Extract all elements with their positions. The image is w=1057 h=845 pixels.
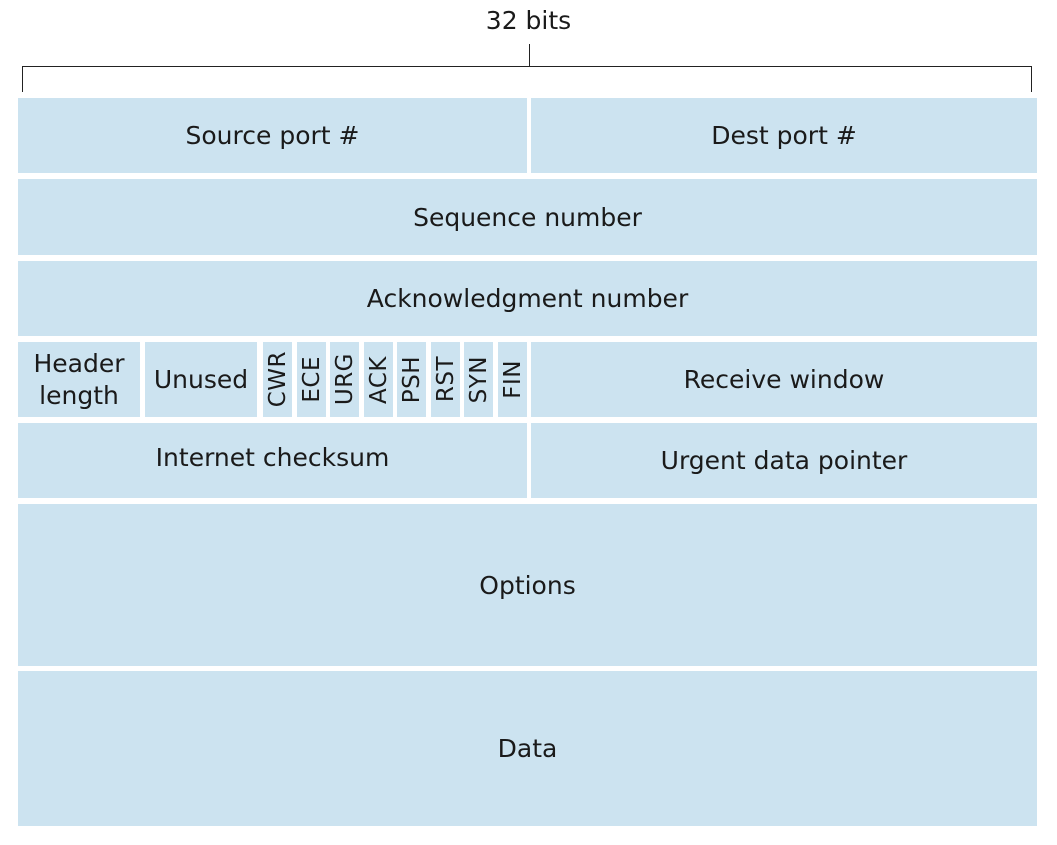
field-label: Source port # <box>185 121 360 150</box>
field-sequence-number: Sequence number <box>18 179 1037 255</box>
field-label: Receive window <box>683 365 885 394</box>
flag-label: URG <box>331 353 358 406</box>
flag-psh: PSH <box>397 342 426 417</box>
flag-urg: URG <box>330 342 359 417</box>
field-options: Options <box>18 504 1037 666</box>
field-receive-window: Receive window <box>531 342 1037 417</box>
field-header-length: Header length <box>18 342 140 417</box>
field-label: Unused <box>153 365 249 394</box>
flag-label: SYN <box>465 355 492 404</box>
field-label: Internet checksum <box>155 443 390 472</box>
field-label: Urgent data pointer <box>660 446 908 475</box>
flag-label: RST <box>432 356 459 403</box>
field-source-port: Source port # <box>18 98 527 173</box>
flag-syn: SYN <box>464 342 493 417</box>
flag-fin: FIN <box>498 342 527 417</box>
field-unused: Unused <box>145 342 257 417</box>
flag-ece: ECE <box>297 342 326 417</box>
field-checksum: Internet checksum <box>18 423 527 498</box>
flag-label: ACK <box>365 355 392 404</box>
bracket-center-tick <box>529 44 530 66</box>
bracket-right-tick <box>1031 66 1032 92</box>
field-label: Options <box>479 570 576 600</box>
flag-label: FIN <box>499 360 526 399</box>
flag-cwr: CWR <box>263 342 292 417</box>
flag-label: CWR <box>264 351 291 408</box>
field-label: Header length <box>33 348 125 410</box>
field-data: Data <box>18 671 1037 826</box>
width-label: 32 bits <box>485 6 572 35</box>
field-label: Data <box>497 734 558 763</box>
field-label: Dest port # <box>711 121 857 150</box>
field-label: Sequence number <box>413 202 642 232</box>
field-urgent-pointer: Urgent data pointer <box>531 423 1037 498</box>
flag-ack: ACK <box>364 342 393 417</box>
flag-rst: RST <box>431 342 460 417</box>
flag-label: PSH <box>398 355 425 404</box>
field-label: Acknowledgment number <box>366 284 689 313</box>
bracket-left-tick <box>22 66 23 92</box>
field-ack-number: Acknowledgment number <box>18 261 1037 336</box>
field-dest-port: Dest port # <box>531 98 1037 173</box>
flag-label: ECE <box>298 356 325 403</box>
bracket-horizontal <box>22 66 1032 67</box>
